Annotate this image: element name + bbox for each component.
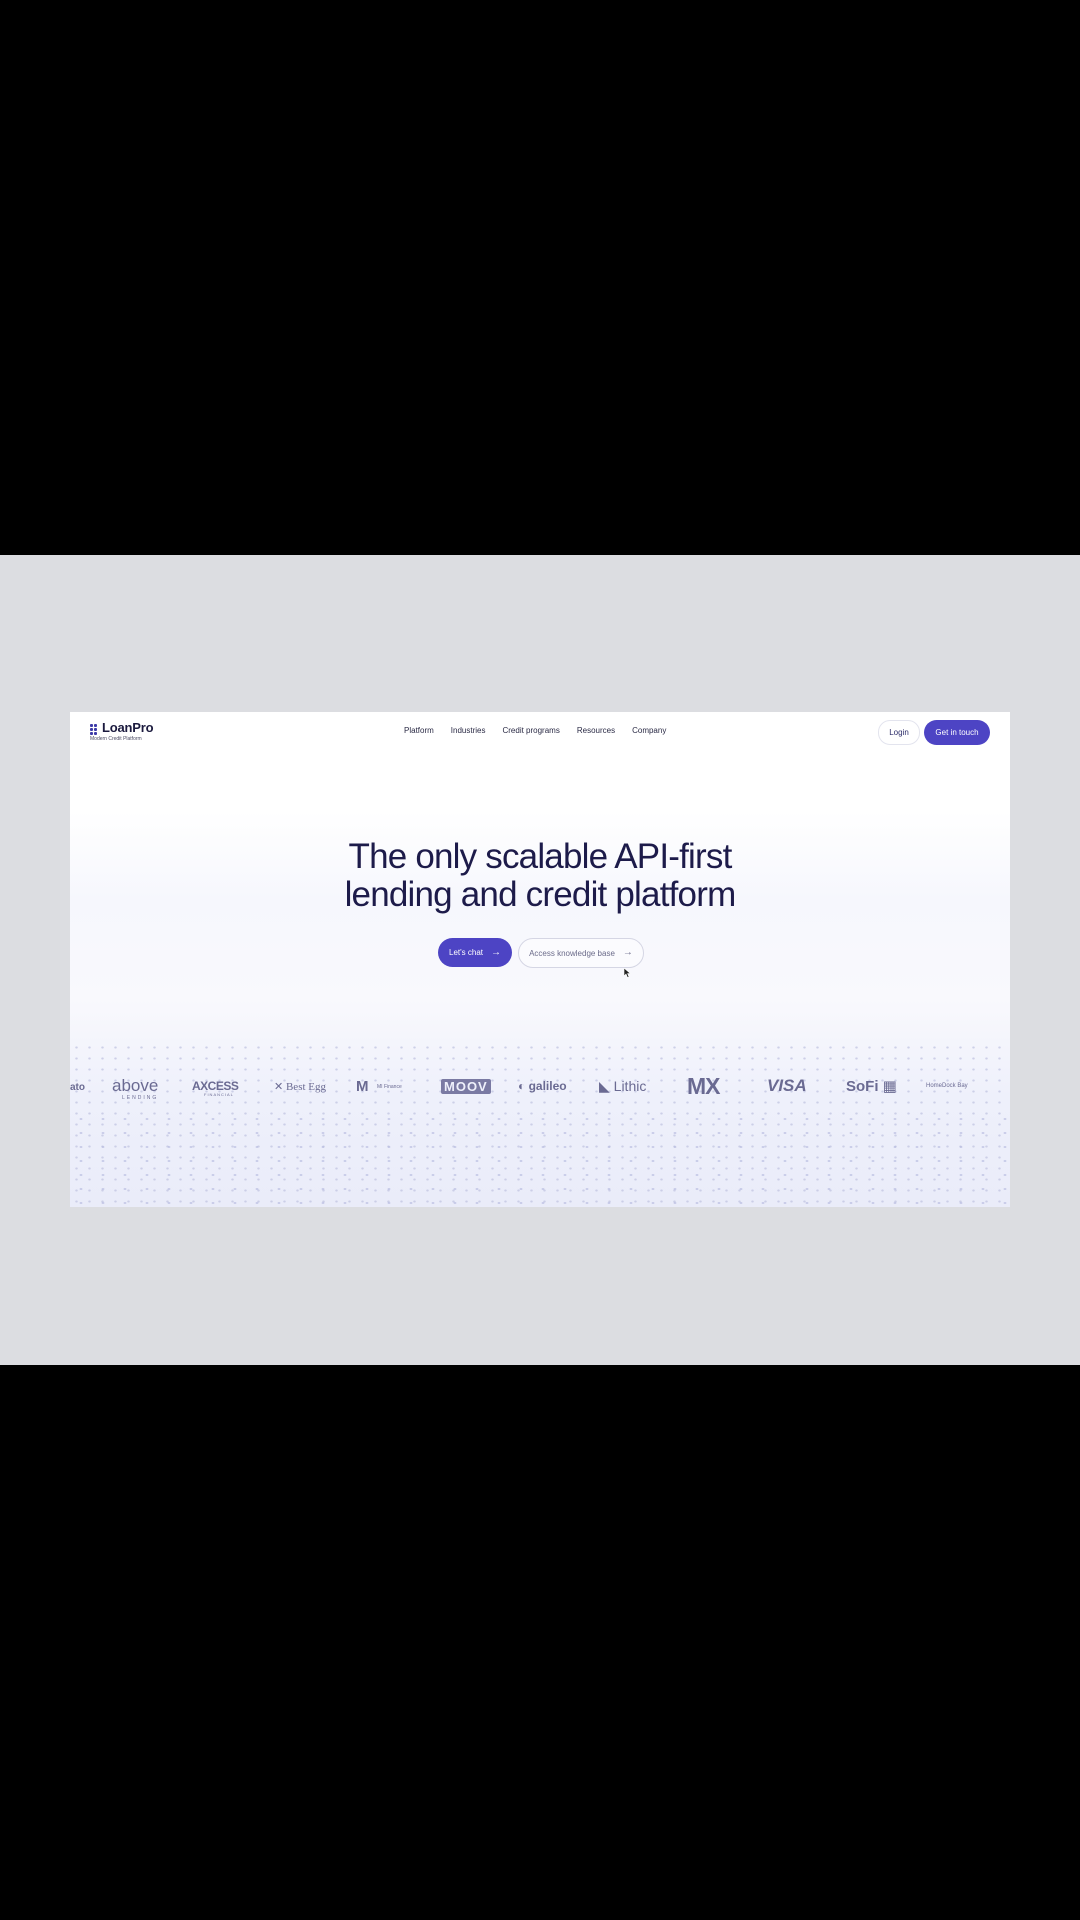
galileo-mark-icon: ◐ bbox=[518, 1079, 529, 1093]
partner-logo-galileo: ◐ galileo bbox=[518, 1079, 567, 1093]
get-in-touch-button[interactable]: Get in touch bbox=[924, 720, 990, 745]
partner-logo-homedock-bay: HomeDock Bay bbox=[926, 1083, 968, 1089]
partner-logo-moov: MOOV bbox=[441, 1079, 491, 1094]
partner-logo-above-lending: LENDING bbox=[122, 1095, 159, 1101]
galileo-label: galileo bbox=[528, 1079, 567, 1093]
video-frame: LoanPro Modern Credit Platform Platform … bbox=[0, 555, 1080, 1365]
main-nav: Platform Industries Credit programs Reso… bbox=[404, 726, 666, 735]
partner-logo-m-mark: M bbox=[356, 1078, 369, 1095]
dot-wave-background-lower bbox=[70, 1112, 1010, 1207]
loanpro-logo-icon bbox=[90, 724, 100, 735]
hero-title-line-1: The only scalable API-first bbox=[348, 837, 732, 876]
nav-item-credit-programs[interactable]: Credit programs bbox=[502, 726, 559, 735]
partner-logo-axcess-financial: FINANCIAL bbox=[204, 1092, 234, 1097]
brand-tagline: Modern Credit Platform bbox=[90, 736, 142, 742]
partner-logo-strip: ato above LENDING AXCESS FINANCIAL ✕ Bes… bbox=[70, 1073, 1010, 1108]
partner-logo-mi-finance: MI Finance bbox=[377, 1084, 402, 1090]
partner-logo-axcess: AXCESS bbox=[192, 1079, 239, 1093]
sofi-mark-icon: ▦ bbox=[878, 1078, 897, 1095]
lets-chat-button[interactable]: Let's chat → bbox=[438, 938, 512, 967]
best-egg-mark-icon: ✕ bbox=[274, 1081, 286, 1093]
mouse-cursor-icon bbox=[624, 968, 632, 978]
partner-logo-above: above bbox=[112, 1076, 159, 1095]
brand-name: LoanPro bbox=[102, 720, 154, 735]
partner-logo-sofi: SoFi ▦ bbox=[846, 1077, 897, 1095]
arrow-right-icon: → bbox=[622, 947, 633, 958]
lithic-label: Lithic bbox=[613, 1078, 647, 1094]
knowledge-base-button[interactable]: Access knowledge base → bbox=[518, 938, 644, 968]
partner-logo-best-egg: ✕ Best Egg bbox=[274, 1080, 326, 1093]
nav-item-industries[interactable]: Industries bbox=[451, 726, 486, 735]
partner-logo-mx: MX bbox=[687, 1073, 720, 1099]
nav-item-resources[interactable]: Resources bbox=[577, 726, 615, 735]
partner-logo-ato: ato bbox=[70, 1082, 85, 1093]
knowledge-base-label: Access knowledge base bbox=[529, 948, 615, 958]
sofi-label: SoFi bbox=[846, 1078, 879, 1095]
arrow-right-icon: → bbox=[491, 946, 501, 958]
letterbox-bottom bbox=[0, 1365, 1080, 1920]
website-viewport: LoanPro Modern Credit Platform Platform … bbox=[70, 712, 1010, 1207]
letterbox-top bbox=[0, 0, 1080, 555]
partner-logo-lithic: ◣ Lithic bbox=[599, 1078, 646, 1095]
hero-title: The only scalable API-first lending and … bbox=[70, 838, 1010, 914]
nav-item-platform[interactable]: Platform bbox=[404, 726, 434, 735]
best-egg-label: Best Egg bbox=[285, 1081, 326, 1093]
hero-title-line-2: lending and credit platform bbox=[344, 875, 737, 914]
partner-logo-visa: VISA bbox=[767, 1076, 807, 1095]
lithic-mark-icon: ◣ bbox=[599, 1078, 614, 1094]
lets-chat-label: Let's chat bbox=[449, 948, 483, 957]
nav-item-company[interactable]: Company bbox=[632, 726, 666, 735]
login-button[interactable]: Login bbox=[878, 720, 920, 745]
